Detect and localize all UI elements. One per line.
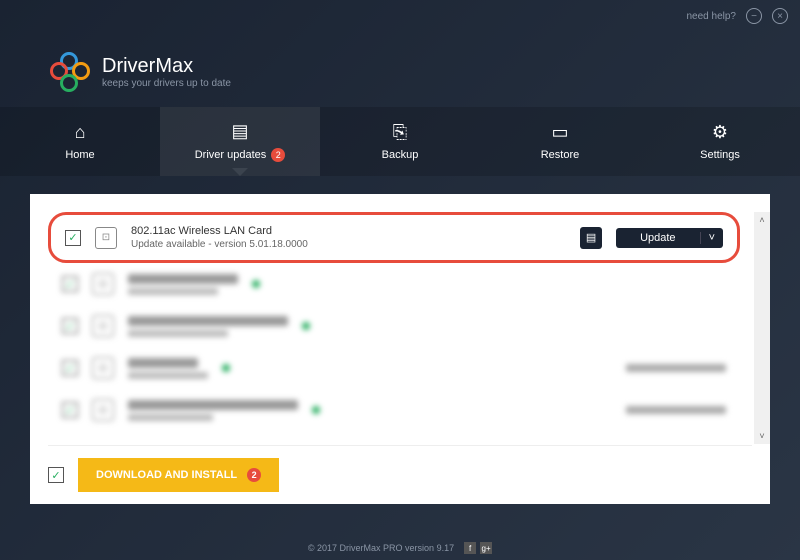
- driver-info-button[interactable]: ▤: [580, 227, 602, 249]
- app-tagline: keeps your drivers up to date: [102, 78, 231, 89]
- driver-row-blurred: ✓ ⊡: [48, 347, 740, 389]
- minimize-button[interactable]: −: [746, 8, 762, 24]
- download-badge: 2: [247, 468, 261, 482]
- nav-restore[interactable]: ▭ Restore: [480, 107, 640, 176]
- content-panel: ✓ ⊡ 802.11ac Wireless LAN Card Update av…: [30, 194, 770, 504]
- driver-status: Update available - version 5.01.18.0000: [131, 239, 566, 250]
- app-title: DriverMax: [102, 55, 231, 78]
- updates-icon: ▤: [231, 121, 248, 142]
- scroll-down-button[interactable]: ˅: [754, 428, 770, 444]
- select-all-checkbox[interactable]: ✓: [48, 467, 64, 483]
- driver-row-blurred: ✓ ⊡: [48, 389, 740, 431]
- gear-icon: ⚙: [712, 122, 728, 143]
- driver-row-highlighted: ✓ ⊡ 802.11ac Wireless LAN Card Update av…: [48, 212, 740, 263]
- download-install-button[interactable]: DOWNLOAD AND INSTALL 2: [78, 458, 279, 492]
- home-icon: ⌂: [75, 122, 86, 143]
- scrollbar[interactable]: ˄ ˅: [754, 212, 770, 444]
- scroll-up-button[interactable]: ˄: [754, 212, 770, 228]
- nav-settings[interactable]: ⚙ Settings: [640, 107, 800, 176]
- update-dropdown[interactable]: ˅: [700, 232, 723, 244]
- facebook-icon[interactable]: f: [464, 542, 476, 554]
- restore-icon: ▭: [551, 122, 568, 143]
- driver-row-blurred: ✓ ⊡: [48, 263, 740, 305]
- help-link[interactable]: need help?: [687, 11, 737, 22]
- app-header: DriverMax keeps your drivers up to date: [0, 32, 800, 107]
- footer: © 2017 DriverMax PRO version 9.17 f g+: [0, 542, 800, 554]
- nav-driver-updates[interactable]: ▤ Driver updates2: [160, 107, 320, 176]
- nav-backup[interactable]: ⎘ Backup: [320, 107, 480, 176]
- driver-name: 802.11ac Wireless LAN Card: [131, 225, 566, 237]
- network-card-icon: ⊡: [95, 227, 117, 249]
- google-plus-icon[interactable]: g+: [480, 542, 492, 554]
- updates-badge: 2: [271, 148, 285, 162]
- driver-row-blurred: ✓ ⊡: [48, 305, 740, 347]
- backup-icon: ⎘: [393, 122, 407, 143]
- main-nav: ⌂ Home ▤ Driver updates2 ⎘ Backup ▭ Rest…: [0, 107, 800, 176]
- close-button[interactable]: ×: [772, 8, 788, 24]
- nav-home[interactable]: ⌂ Home: [0, 107, 160, 176]
- driver-checkbox[interactable]: ✓: [65, 230, 81, 246]
- update-button[interactable]: Update˅: [616, 228, 723, 248]
- copyright-text: © 2017 DriverMax PRO version 9.17: [308, 543, 454, 553]
- app-logo: [50, 52, 90, 92]
